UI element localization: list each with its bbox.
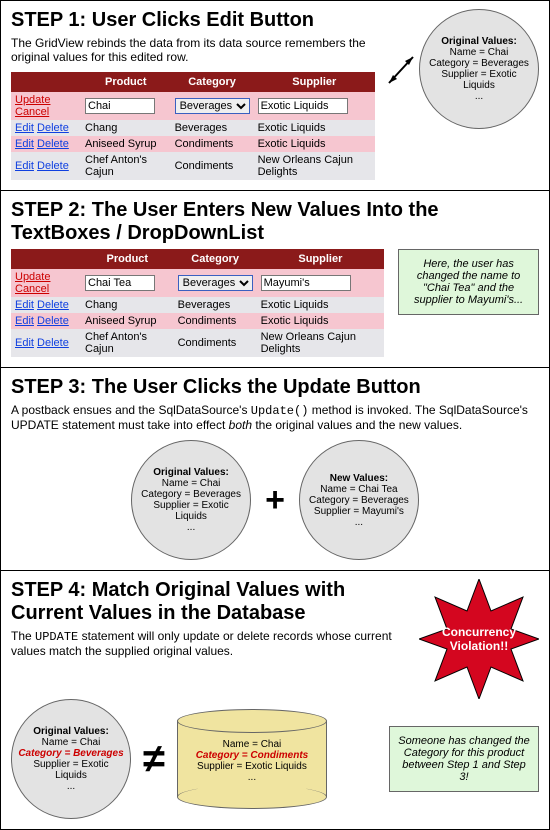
violation-star: Concurrency Violation!! — [419, 579, 539, 699]
delete-link[interactable]: Delete — [37, 122, 69, 134]
step4-panel: STEP 4: Match Original Values with Curre… — [0, 571, 550, 830]
new-values-bubble: New Values: Name = Chai Tea Category = B… — [299, 440, 419, 560]
step1-title: STEP 1: User Clicks Edit Button — [11, 9, 375, 32]
category-select[interactable]: Beverages — [178, 275, 253, 291]
grid-header-row: Product Category Supplier — [11, 72, 375, 92]
cancel-link[interactable]: Cancel — [15, 106, 49, 118]
original-values-bubble: Original Values: Name = Chai Category = … — [419, 9, 539, 129]
step4-desc: The UPDATE statement will only update or… — [11, 629, 411, 658]
step1-panel: STEP 1: User Clicks Edit Button The Grid… — [0, 0, 550, 191]
step3-panel: STEP 3: The User Clicks the Update Butto… — [0, 368, 550, 571]
step2-note: Here, the user has changed the name to "… — [398, 249, 539, 315]
delete-link[interactable]: Delete — [37, 160, 69, 172]
step3-desc: A postback ensues and the SqlDataSource'… — [11, 403, 539, 432]
step1-desc: The GridView rebinds the data from its d… — [11, 36, 375, 64]
step2-title: STEP 2: The User Enters New Values Into … — [11, 199, 539, 245]
step3-title: STEP 3: The User Clicks the Update Butto… — [11, 376, 539, 399]
edit-link[interactable]: Edit — [15, 122, 34, 134]
step2-panel: STEP 2: The User Enters New Values Into … — [0, 191, 550, 368]
col-product: Product — [81, 72, 171, 92]
step4-note: Someone has changed the Category for thi… — [389, 726, 539, 792]
edit-link[interactable]: Edit — [15, 138, 34, 150]
table-row: Edit Delete Chef Anton's Cajun Condiment… — [11, 152, 375, 180]
update-link[interactable]: Update — [15, 94, 50, 106]
original-values-bubble: Original Values: Name = Chai Category = … — [131, 440, 251, 560]
update-link[interactable]: Update — [15, 271, 50, 283]
cancel-link[interactable]: Cancel — [15, 283, 49, 295]
not-equal-icon: ≠ — [143, 737, 165, 782]
category-select[interactable]: Beverages — [175, 98, 250, 114]
original-values-bubble: Original Values: Name = Chai Category = … — [11, 699, 131, 819]
grid2: Product Category Supplier Update Cancel … — [11, 249, 384, 357]
table-row: Edit Delete Aniseed Syrup Condiments Exo… — [11, 136, 375, 152]
edit-row: Update Cancel Beverages — [11, 92, 375, 120]
product-input[interactable] — [85, 275, 155, 291]
supplier-input[interactable] — [258, 98, 348, 114]
product-input[interactable] — [85, 98, 155, 114]
arrow-icon — [387, 49, 417, 89]
plus-icon: + — [265, 481, 285, 520]
edit-link[interactable]: Edit — [15, 160, 34, 172]
grid1: Product Category Supplier Update Cancel … — [11, 72, 375, 180]
database-cylinder: Name = Chai Category = Condiments Suppli… — [177, 709, 327, 809]
table-row: Edit Delete Chang Beverages Exotic Liqui… — [11, 120, 375, 136]
col-supplier: Supplier — [254, 72, 375, 92]
delete-link[interactable]: Delete — [37, 138, 69, 150]
supplier-input[interactable] — [261, 275, 351, 291]
col-category: Category — [171, 72, 254, 92]
step4-title: STEP 4: Match Original Values with Curre… — [11, 579, 411, 625]
